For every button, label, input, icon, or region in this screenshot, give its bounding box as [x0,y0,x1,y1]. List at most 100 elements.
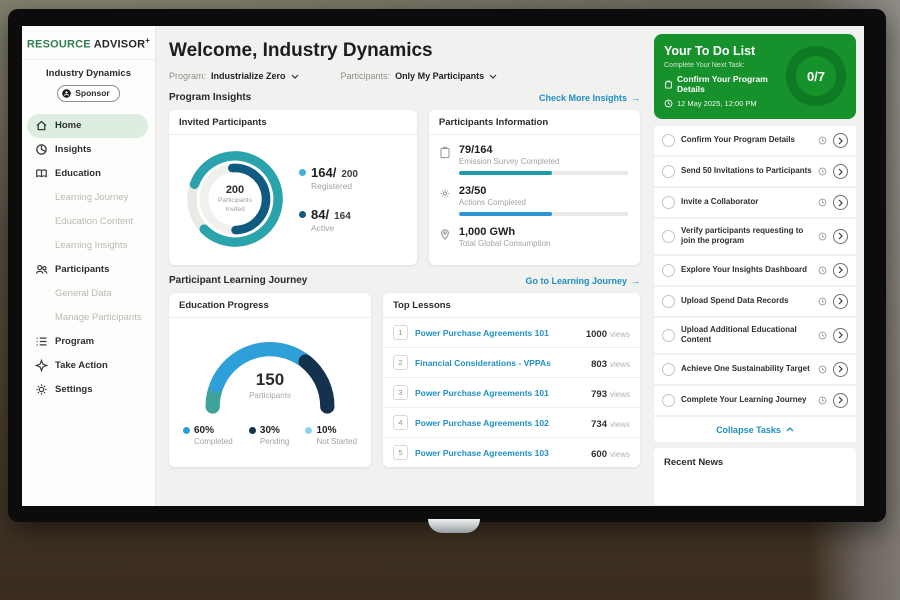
task-send-invitations[interactable]: Send 50 Invitations to Participants [654,157,856,188]
task-invite-collaborator[interactable]: Invite a Collaborator [654,188,856,219]
insights-icon [35,143,48,156]
lesson-row[interactable]: 3 Power Purchase Agreements 101 793views [383,378,640,408]
participants-filter-value: Only My Participants [395,71,484,81]
logo-text-primary: RESOURCE [27,39,91,51]
sidebar-item-learning-journey[interactable]: Learning Journey [22,186,155,210]
views-label: views [610,360,630,369]
sidebar-item-label: Manage Participants [55,312,142,323]
todo-progress-value: 0/7 [807,69,825,84]
page-title: Welcome, Industry Dynamics [169,40,640,62]
task-open-button[interactable] [833,133,848,148]
lesson-link[interactable]: Power Purchase Agreements 101 [415,328,579,338]
donut-legend: 164/200 Registered 84/164 Active [299,165,358,233]
lesson-rank: 5 [393,445,408,460]
task-checkbox[interactable] [662,165,675,178]
task-checkbox[interactable] [662,363,675,376]
sidebar-item-education-content[interactable]: Education Content [22,210,155,234]
sidebar-item-label: Learning Journey [55,192,128,203]
stat-value: 1,000 GWh [459,226,628,238]
lesson-row[interactable]: 4 Power Purchase Agreements 102 734views [383,408,640,438]
task-confirm-program-details[interactable]: Confirm Your Program Details [654,126,856,157]
task-achieve-sustainability-target[interactable]: Achieve One Sustainability Target [654,355,856,386]
check-more-insights-link[interactable]: Check More Insights → [539,93,640,103]
task-checkbox[interactable] [662,264,675,277]
clock-icon [818,297,827,306]
collapse-tasks-button[interactable]: Collapse Tasks [654,417,856,442]
clipboard-icon [664,80,673,89]
participants-dropdown[interactable]: Participants: Only My Participants [341,71,498,81]
sidebar: RESOURCE ADVISOR+ Industry Dynamics Spon… [22,26,156,506]
task-checkbox[interactable] [662,230,675,243]
sidebar-item-label: Insights [55,144,91,155]
stat-label: Total Global Consumption [459,239,628,248]
background-scene: RESOURCE ADVISOR+ Industry Dynamics Spon… [0,0,900,600]
task-open-button[interactable] [833,393,848,408]
task-checkbox[interactable] [662,329,675,342]
task-checkbox[interactable] [662,134,675,147]
sidebar-item-participants[interactable]: Participants [22,258,155,282]
program-dropdown[interactable]: Program: Industrialize Zero [169,71,299,81]
legend-dot [183,427,190,434]
divider [22,59,155,60]
participants-icon [35,263,48,276]
list-icon [35,335,48,348]
sidebar-item-manage-participants[interactable]: Manage Participants [22,306,155,330]
lesson-row[interactable]: 1 Power Purchase Agreements 101 1000view… [383,318,640,348]
lesson-rank: 3 [393,385,408,400]
sidebar-item-home[interactable]: Home [27,114,148,138]
todo-task-list: Confirm Your Program Details Send 50 Inv… [654,126,856,442]
sidebar-item-general-data[interactable]: General Data [22,282,155,306]
task-explore-insights[interactable]: Explore Your Insights Dashboard [654,256,856,287]
lesson-row[interactable]: 5 Power Purchase Agreements 103 600views [383,438,640,467]
task-upload-spend-data[interactable]: Upload Spend Data Records [654,287,856,318]
card-title: Participants Information [429,110,640,135]
sidebar-item-take-action[interactable]: Take Action [22,354,155,378]
task-open-button[interactable] [833,164,848,179]
go-to-learning-journey-link[interactable]: Go to Learning Journey → [525,276,640,286]
task-checkbox[interactable] [662,394,675,407]
lesson-rank: 4 [393,415,408,430]
task-open-button[interactable] [833,294,848,309]
stat-label: Actions Completed [459,198,628,207]
legend-label: Active [311,223,358,233]
donut-center-value: 200 [226,184,244,196]
task-upload-educational-content[interactable]: Upload Additional Educational Content [654,318,856,355]
card-title: Invited Participants [169,110,417,135]
sidebar-item-label: Learning Insights [55,240,127,251]
task-open-button[interactable] [833,328,848,343]
task-label: Verify participants requesting to join t… [681,226,812,247]
task-checkbox[interactable] [662,295,675,308]
lesson-link[interactable]: Power Purchase Agreements 101 [415,388,584,398]
sidebar-item-insights[interactable]: Insights [22,138,155,162]
legend-registered: 164/200 Registered [299,165,358,191]
task-checkbox[interactable] [662,196,675,209]
program-filter-value: Industrialize Zero [211,71,286,81]
legend-pending: 30% Pending [249,425,289,446]
actions-icon [439,187,451,200]
lesson-rank: 1 [393,325,408,340]
sidebar-item-settings[interactable]: Settings [22,378,155,402]
task-open-button[interactable] [833,263,848,278]
views-label: views [610,330,630,339]
task-open-button[interactable] [833,195,848,210]
stat-label: Emission Survey Completed [459,157,628,166]
lesson-link[interactable]: Power Purchase Agreements 102 [415,418,584,428]
lesson-link[interactable]: Power Purchase Agreements 103 [415,448,584,458]
sidebar-item-education[interactable]: Education [22,162,155,186]
sponsor-label: Sponsor [75,88,109,98]
sidebar-item-label: Settings [55,384,92,395]
task-open-button[interactable] [833,362,848,377]
sidebar-item-program[interactable]: Program [22,330,155,354]
dashboard-screen: RESOURCE ADVISOR+ Industry Dynamics Spon… [22,26,864,506]
sidebar-item-label: Program [55,336,94,347]
views-count: 793 [591,389,607,400]
task-label: Complete Your Learning Journey [681,395,812,405]
task-complete-learning-journey[interactable]: Complete Your Learning Journey [654,386,856,417]
legend-pct: 10% [316,425,336,436]
lesson-row[interactable]: 2 Financial Considerations - VPPAs 803vi… [383,348,640,378]
task-verify-participants[interactable]: Verify participants requesting to join t… [654,219,856,256]
lesson-link[interactable]: Financial Considerations - VPPAs [415,358,584,368]
task-open-button[interactable] [833,229,848,244]
logo-plus: + [145,36,150,45]
sidebar-item-learning-insights[interactable]: Learning Insights [22,234,155,258]
